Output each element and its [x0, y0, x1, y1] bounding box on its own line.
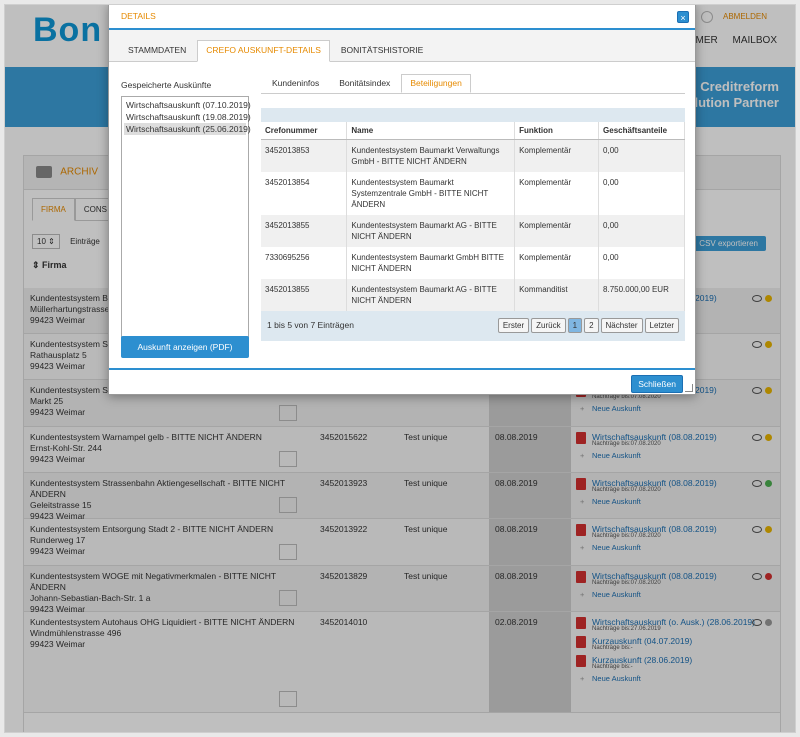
column-header[interactable]: Geschäftsanteile — [598, 122, 685, 140]
page-button[interactable]: Letzter — [644, 318, 679, 333]
page-button[interactable]: 2 — [584, 318, 599, 333]
saved-report-item[interactable]: Wirtschaftsauskunft (25.06.2019) — [124, 123, 251, 135]
screen-frame: Bon ABMELDEN CONSUMER MAILBOX Creditrefo… — [4, 4, 796, 733]
table-cell: 8.750.000,00 EUR — [598, 279, 685, 311]
tab-0[interactable]: STAMMDATEN — [119, 40, 195, 62]
table-cell: 0,00 — [598, 247, 685, 279]
column-header[interactable]: Crefonummer — [261, 122, 348, 140]
column-header[interactable]: Funktion — [514, 122, 600, 140]
table-row: 7330695256 Kundentestsystem Baumarkt GmbH… — [261, 247, 685, 279]
table-cell: Komplementär — [514, 215, 600, 247]
table-cell: Komplementär — [514, 172, 600, 215]
column-header[interactable]: Name — [346, 122, 516, 140]
saved-reports-label: Gespeicherte Auskünfte — [121, 80, 212, 90]
table-cell: 3452013854 — [261, 172, 348, 215]
table-row: 3452013855 Kundentestsystem Baumarkt AG -… — [261, 279, 685, 311]
table-header-row: Crefonummer Name Funktion Geschäftsanteile — [261, 122, 685, 140]
table-cell: Kommanditist — [514, 279, 600, 311]
show-pdf-button[interactable]: Auskunft anzeigen (PDF) — [121, 336, 249, 358]
details-modal: DETAILS × STAMMDATEN CREFO AUSKUNFT-DETAI… — [108, 5, 696, 395]
table-cell: 3452013855 — [261, 279, 348, 311]
table-cell: 0,00 — [598, 172, 685, 215]
saved-reports-panel: Gespeicherte Auskünfte Wirtschaftsauskun… — [121, 80, 251, 344]
tab-1[interactable]: CREFO AUSKUNFT-DETAILS — [197, 40, 330, 62]
resize-handle[interactable] — [685, 384, 693, 392]
saved-reports-list[interactable]: Wirtschaftsauskunft (07.10.2019) Wirtscha… — [121, 96, 251, 344]
table-cell: 0,00 — [598, 139, 685, 172]
sub-tab-1[interactable]: Bonitätsindex — [330, 74, 399, 93]
beteiligungen-table-wrap: Crefonummer Name Funktion Geschäftsanteile … — [261, 108, 685, 341]
table-body: 3452013853 Kundentestsystem Baumarkt Verw… — [261, 139, 685, 311]
tab-2[interactable]: BONITÄTSHISTORIE — [332, 40, 433, 62]
table-cell: Kundentestsystem Baumarkt AG - BITTE NIC… — [346, 279, 516, 311]
modal-tabs: STAMMDATEN CREFO AUSKUNFT-DETAILS BONITÄTS… — [109, 30, 695, 62]
modal-footer: Schließen — [109, 368, 695, 394]
table-cell: 3452013853 — [261, 139, 348, 172]
sub-tab-2[interactable]: Beteiligungen — [401, 74, 471, 93]
table-cell: 0,00 — [598, 215, 685, 247]
sub-tab-0[interactable]: Kundeninfos — [263, 74, 328, 93]
saved-report-item[interactable]: Wirtschaftsauskunft (19.08.2019) — [124, 111, 251, 123]
close-button[interactable]: Schließen — [631, 375, 683, 393]
table-cell: Komplementär — [514, 247, 600, 279]
details-panel: Kundeninfos Bonitätsindex Beteiligungen Cr… — [261, 74, 685, 341]
page-button[interactable]: 1 — [567, 318, 583, 333]
modal-title: DETAILS — [121, 11, 156, 21]
page-button[interactable]: Nächster — [600, 318, 643, 333]
table-cell: 7330695256 — [261, 247, 348, 279]
sub-tabs: Kundeninfos Bonitätsindex Beteiligungen — [261, 74, 685, 94]
saved-report-item[interactable]: Wirtschaftsauskunft (07.10.2019) — [124, 99, 251, 111]
table-info: 1 bis 5 von 7 Einträgen — [267, 320, 354, 330]
table-footer: 1 bis 5 von 7 Einträgen Erster Zurück 1 2 Nä… — [261, 311, 685, 341]
table-row: 3452013854 Kundentestsystem Baumarkt Syst… — [261, 172, 685, 215]
modal-title-bar: DETAILS × — [109, 5, 695, 30]
beteiligungen-table: Crefonummer Name Funktion Geschäftsanteile … — [261, 122, 685, 311]
table-cell: Komplementär — [514, 139, 600, 172]
table-row: 3452013853 Kundentestsystem Baumarkt Verw… — [261, 139, 685, 172]
table-cell: Kundentestsystem Baumarkt Systemzentrale… — [346, 172, 516, 215]
table-cell: Kundentestsystem Baumarkt AG - BITTE NIC… — [346, 215, 516, 247]
table-row: 3452013855 Kundentestsystem Baumarkt AG -… — [261, 215, 685, 247]
close-icon[interactable]: × — [677, 11, 689, 23]
table-cell: 3452013855 — [261, 215, 348, 247]
page-button[interactable]: Zurück — [531, 318, 566, 333]
page-button[interactable]: Erster — [497, 318, 530, 333]
pagination: Erster Zurück 1 2 Nächster Letzter — [496, 318, 679, 333]
table-cell: Kundentestsystem Baumarkt Verwaltungs Gm… — [346, 139, 516, 172]
table-cell: Kundentestsystem Baumarkt GmbH BITTE NIC… — [346, 247, 516, 279]
